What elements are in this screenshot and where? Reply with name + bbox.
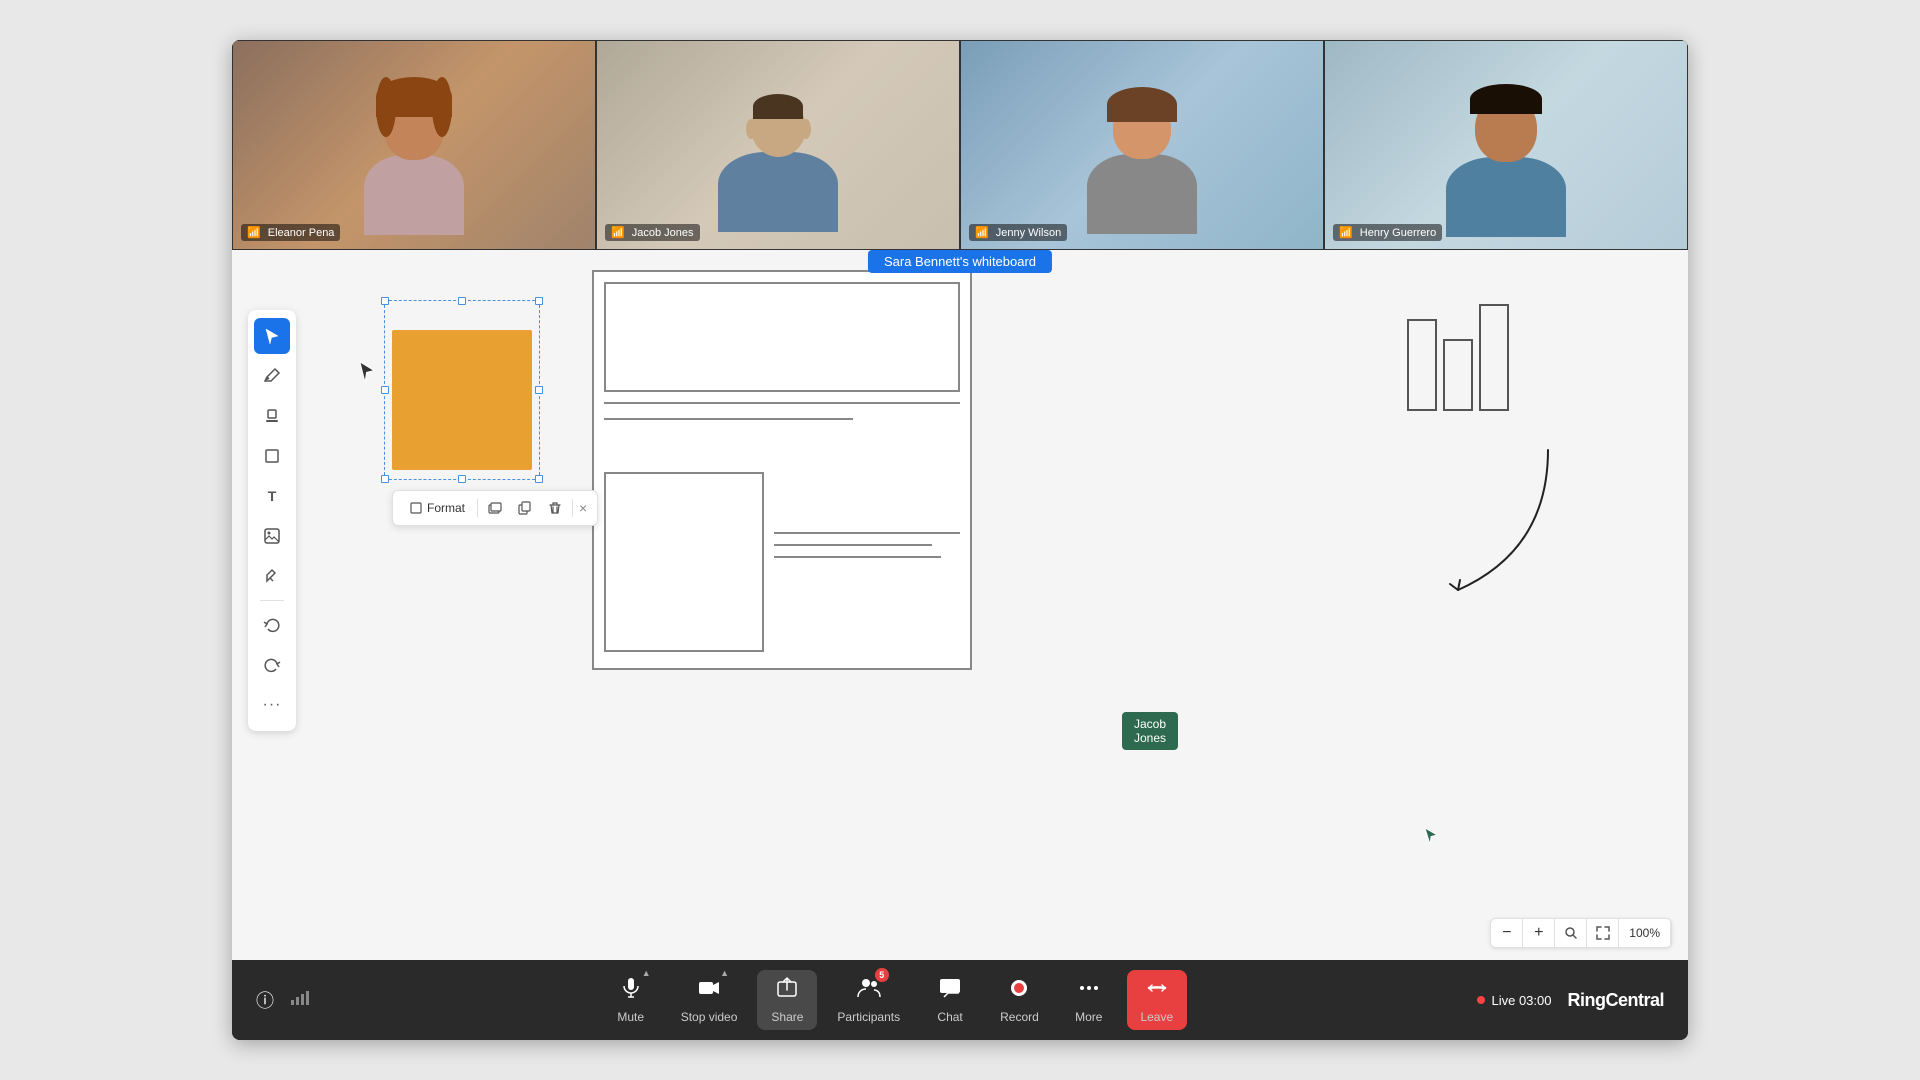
chat-label: Chat xyxy=(937,1010,962,1024)
participant-name-eleanor: 📶 Eleanor Pena xyxy=(241,224,340,241)
wireframe-left-box xyxy=(604,472,764,652)
record-label: Record xyxy=(1000,1010,1039,1024)
pen-tool-button[interactable] xyxy=(254,358,290,394)
stamp-tool-button[interactable] xyxy=(254,398,290,434)
format-sep-2 xyxy=(572,499,573,517)
zoom-level-display: 100% xyxy=(1619,919,1671,947)
leave-label: Leave xyxy=(1140,1010,1173,1024)
signal-icon xyxy=(290,990,310,1011)
leave-button[interactable]: Leave xyxy=(1127,970,1187,1030)
format-button[interactable]: Format xyxy=(401,498,473,518)
wireframe-right-line-1 xyxy=(774,532,960,534)
handle-bot-mid[interactable] xyxy=(458,475,466,483)
record-button[interactable]: Record xyxy=(988,970,1051,1030)
layer-button[interactable] xyxy=(482,495,508,521)
wireframe-lines xyxy=(604,402,960,434)
info-icon[interactable]: ⓘ xyxy=(256,987,274,1013)
participant-name-jacob: 📶 Jacob Jones xyxy=(605,224,700,241)
bottom-left-area: ⓘ xyxy=(256,987,310,1013)
handle-mid-left[interactable] xyxy=(381,386,389,394)
whiteboard-label: Sara Bennett's whiteboard xyxy=(868,250,1052,273)
handle-top-mid[interactable] xyxy=(458,297,466,305)
more-button[interactable]: More xyxy=(1059,970,1119,1030)
bottom-bar: ⓘ ▲ Mute xyxy=(232,960,1688,1040)
undo-button[interactable] xyxy=(254,607,290,643)
delete-shape-button[interactable] xyxy=(542,495,568,521)
format-sep-1 xyxy=(477,499,478,517)
wireframe-right-line-2 xyxy=(774,544,932,546)
image-tool-button[interactable] xyxy=(254,518,290,554)
zoom-in-button[interactable]: + xyxy=(1523,919,1555,947)
stop-video-button[interactable]: ▲ Stop video xyxy=(669,970,750,1030)
participant-video-jacob[interactable]: 📶 Jacob Jones xyxy=(596,40,960,250)
zoom-controls: − + 100% xyxy=(1490,918,1672,948)
zoom-fit-button[interactable] xyxy=(1587,919,1619,947)
wireframe-bottom xyxy=(604,472,960,652)
participant-strip: 📶 Eleanor Pena 📶 xyxy=(232,40,1688,250)
participants-button[interactable]: 5 Participants xyxy=(825,970,912,1030)
app-window: 📶 Eleanor Pena 📶 xyxy=(232,40,1688,1040)
share-label: Share xyxy=(771,1010,803,1024)
jacob-jones-label: Jacob Jones xyxy=(1122,712,1178,750)
more-tools-button[interactable]: ··· xyxy=(254,687,290,723)
wireframe-line-1 xyxy=(604,402,960,404)
participant-video-eleanor[interactable]: 📶 Eleanor Pena xyxy=(232,40,596,250)
live-indicator: Live 03:00 xyxy=(1477,993,1551,1008)
bottom-right-area: Live 03:00 RingCentral xyxy=(1477,990,1664,1011)
handle-bot-right[interactable] xyxy=(535,475,543,483)
orange-rectangle[interactable] xyxy=(392,330,532,470)
drawing-toolbar: T ··· xyxy=(248,310,296,731)
whiteboard-area[interactable]: T ··· xyxy=(232,250,1688,960)
jacob-cursor-icon xyxy=(1422,826,1442,848)
copy-button[interactable] xyxy=(512,495,538,521)
participant-video-henry[interactable]: 📶 Henry Guerrero xyxy=(1324,40,1688,250)
participants-label: Participants xyxy=(837,1010,900,1024)
handle-mid-right[interactable] xyxy=(535,386,543,394)
toolbar-divider xyxy=(260,600,284,601)
wireframe-top-box xyxy=(604,282,960,392)
live-timer: Live 03:00 xyxy=(1491,993,1551,1008)
wireframe-line-2 xyxy=(604,418,853,420)
arrow-svg xyxy=(1418,430,1578,630)
handle-bot-left[interactable] xyxy=(381,475,389,483)
live-dot xyxy=(1477,996,1485,1004)
mute-button[interactable]: ▲ Mute xyxy=(601,970,661,1030)
brand-logo: RingCentral xyxy=(1567,990,1664,1011)
bottom-center-controls: ▲ Mute ▲ Stop video Share xyxy=(601,970,1187,1030)
participant-name-henry: 📶 Henry Guerrero xyxy=(1333,224,1442,241)
wireframe-right-lines xyxy=(774,472,960,652)
selected-shape-container[interactable] xyxy=(392,330,532,470)
stop-video-label: Stop video xyxy=(681,1010,738,1024)
wireframe-outer xyxy=(592,270,972,670)
zoom-search-button[interactable] xyxy=(1555,919,1587,947)
bar-chart-svg xyxy=(1388,290,1528,430)
more-label: More xyxy=(1075,1010,1102,1024)
participants-badge: 5 xyxy=(875,968,889,982)
select-tool-button[interactable] xyxy=(254,318,290,354)
text-tool-button[interactable]: T xyxy=(254,478,290,514)
shape-tool-button[interactable] xyxy=(254,438,290,474)
participant-video-jenny[interactable]: 📶 Jenny Wilson xyxy=(960,40,1324,250)
mute-label: Mute xyxy=(617,1010,644,1024)
format-toolbar: Format × xyxy=(392,490,598,526)
format-close-button[interactable]: × xyxy=(577,498,589,518)
arrow-annotation xyxy=(1418,430,1568,610)
zoom-out-button[interactable]: − xyxy=(1491,919,1523,947)
mouse-cursor xyxy=(357,360,377,390)
eraser-tool-button[interactable] xyxy=(254,558,290,594)
handle-top-right[interactable] xyxy=(535,297,543,305)
share-button[interactable]: Share xyxy=(757,970,817,1030)
wireframe-mockup xyxy=(592,270,972,670)
chat-button[interactable]: Chat xyxy=(920,970,980,1030)
participant-name-jenny: 📶 Jenny Wilson xyxy=(969,224,1067,241)
bar-chart-sketch xyxy=(1388,290,1528,430)
redo-button[interactable] xyxy=(254,647,290,683)
handle-top-left[interactable] xyxy=(381,297,389,305)
wireframe-right-line-3 xyxy=(774,556,941,558)
